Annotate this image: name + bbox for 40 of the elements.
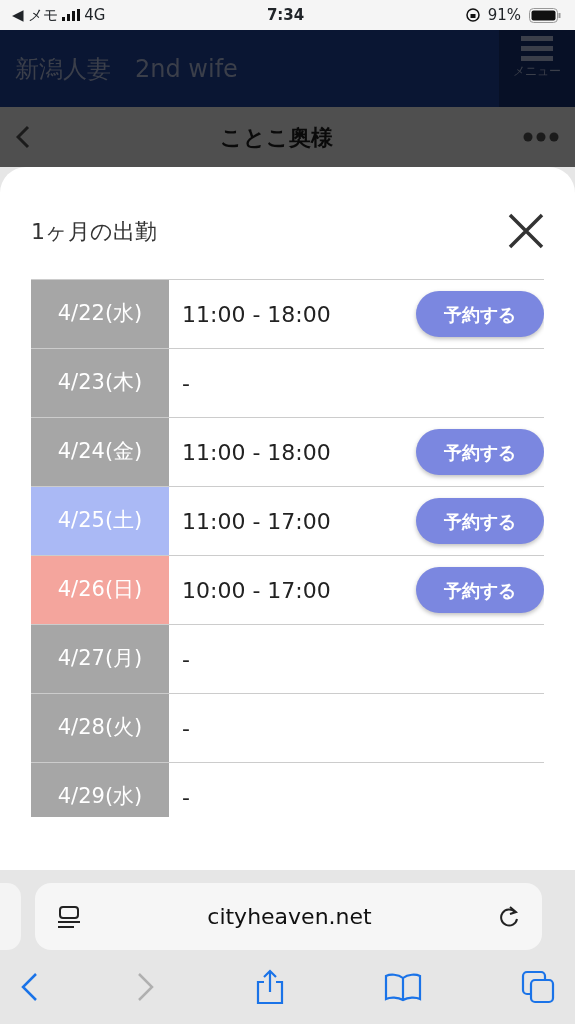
reload-icon[interactable] [498,904,520,929]
reserve-button[interactable]: 予約する [416,291,544,337]
date-cell: 4/26(日) [31,556,169,624]
date-cell: 4/28(火) [31,694,169,762]
shift-hours: - [181,783,190,812]
page-title: ことこ奥様 [220,123,333,152]
shift-hours: 11:00 - 18:00 [181,438,331,467]
shift-hours: - [181,645,190,674]
date-cell: 4/22(水) [31,280,169,348]
back-icon[interactable] [16,125,30,149]
modal-title: 1ヶ月の出勤 [31,217,157,246]
battery-percent: 91% [487,4,521,26]
date-cell: 4/29(水) [31,763,169,817]
book-icon[interactable] [383,972,422,1002]
rotation-lock-icon [465,8,480,22]
url-text: cityheaven.net [207,903,372,931]
date-cell: 4/27(月) [31,625,169,693]
date-cell: 4/25(土) [31,487,169,555]
date-cell: 4/23(木) [31,349,169,417]
share-icon[interactable] [254,969,285,1005]
shift-hours: 11:00 - 17:00 [181,507,331,536]
more-icon[interactable] [523,132,559,142]
signal-icon [62,9,81,21]
page-menu-icon[interactable] [57,905,81,928]
date-cell: 4/24(金) [31,418,169,486]
battery-icon [529,7,561,23]
menu-icon [521,36,553,62]
shift-hours: 11:00 - 18:00 [181,300,331,329]
close-icon[interactable] [508,213,544,249]
shift-hours: - [181,369,190,398]
shift-hours: - [181,714,190,743]
network-label: 4G [84,4,106,26]
address-bar[interactable]: cityheaven.net [35,883,542,950]
reserve-button[interactable]: 予約する [416,567,544,613]
tabs-icon[interactable] [521,970,555,1004]
back-app-label[interactable]: ◀ メモ [12,3,59,27]
status-time: 7:34 [266,4,305,26]
shift-hours: 10:00 - 17:00 [181,576,331,605]
reserve-button[interactable]: 予約する [416,429,544,475]
reserve-button[interactable]: 予約する [416,498,544,544]
